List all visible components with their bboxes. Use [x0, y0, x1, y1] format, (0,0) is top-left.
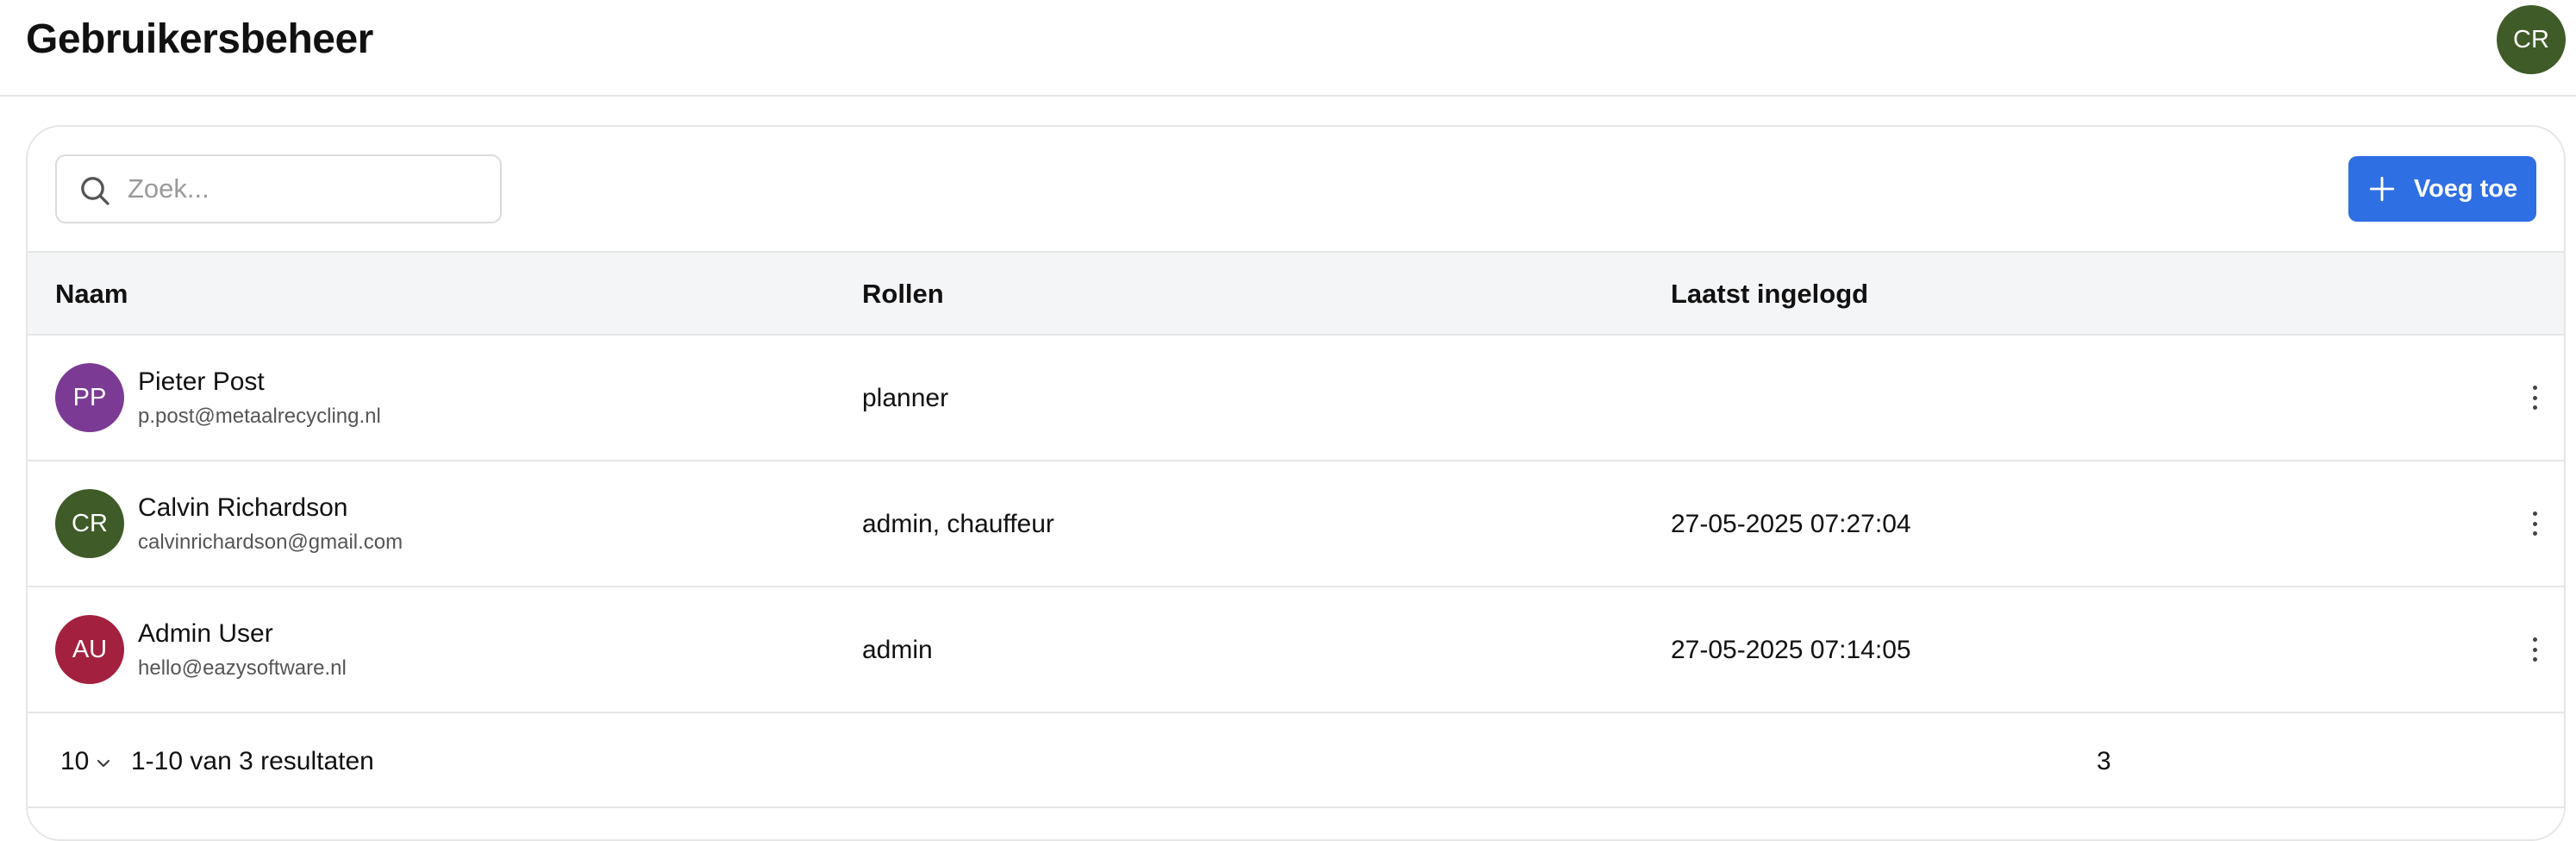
plus-icon	[2369, 176, 2395, 202]
table-row[interactable]: AU Admin User hello@eazysoftware.nl admi…	[28, 587, 2564, 713]
user-name: Pieter Post	[138, 367, 265, 396]
user-name: Calvin Richardson	[138, 493, 348, 522]
user-email: hello@eazysoftware.nl	[138, 656, 347, 680]
add-user-label: Voeg toe	[2413, 174, 2518, 203]
user-email: p.post@metaalrecycling.nl	[138, 405, 381, 428]
search-input[interactable]	[126, 165, 488, 213]
last-login: 27-05-2025 07:27:04	[1671, 510, 1911, 538]
result-count: 1-10 van 3 resultaten	[131, 747, 374, 775]
users-card: Voeg toe Naam Rollen Laatst ingelogd PP …	[26, 125, 2566, 841]
add-user-button[interactable]: Voeg toe	[2348, 156, 2536, 222]
avatar: AU	[55, 615, 124, 684]
user-roles: admin, chauffeur	[862, 510, 1054, 538]
avatar: CR	[55, 489, 124, 558]
column-header-last-login[interactable]: Laatst ingelogd	[1671, 279, 1868, 310]
table-header: Naam Rollen Laatst ingelogd	[28, 251, 2564, 336]
search-box[interactable]	[55, 154, 502, 223]
user-email: calvinrichardson@gmail.com	[138, 530, 403, 554]
user-roles: admin	[862, 636, 933, 664]
more-vertical-icon[interactable]	[2524, 380, 2545, 415]
chevron-down-icon[interactable]	[93, 753, 114, 774]
per-page-select[interactable]: 10	[60, 746, 89, 777]
user-avatar[interactable]: CR	[2497, 5, 2566, 74]
user-name: Admin User	[138, 619, 273, 648]
page-number[interactable]: 3	[2097, 746, 2111, 777]
pagination-bar: 10 1-10 van 3 resultaten 3	[28, 715, 2564, 808]
search-icon	[81, 177, 109, 205]
user-roles: planner	[862, 384, 949, 412]
more-vertical-icon[interactable]	[2524, 506, 2545, 541]
last-login: 27-05-2025 07:14:05	[1671, 636, 1911, 664]
page-title: Gebruikersbeheer	[26, 16, 373, 62]
column-header-name[interactable]: Naam	[55, 279, 128, 310]
column-header-roles[interactable]: Rollen	[862, 279, 944, 310]
table-row[interactable]: PP Pieter Post p.post@metaalrecycling.nl…	[28, 336, 2564, 461]
avatar: PP	[55, 363, 124, 432]
top-bar: Gebruikersbeheer CR	[0, 0, 2576, 97]
table-row[interactable]: CR Calvin Richardson calvinrichardson@gm…	[28, 461, 2564, 587]
more-vertical-icon[interactable]	[2524, 632, 2545, 667]
